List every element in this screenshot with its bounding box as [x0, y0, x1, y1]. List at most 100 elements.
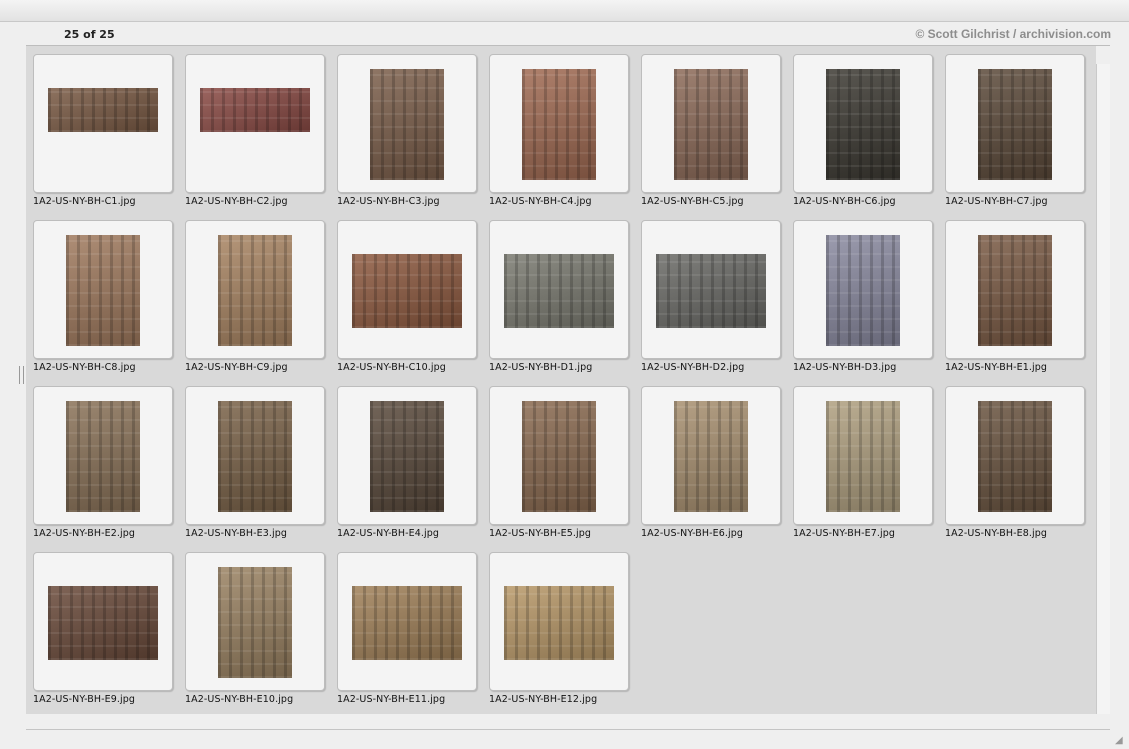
thumbnail-filename: 1A2-US-NY-BH-C3.jpg [337, 196, 440, 207]
thumbnail-filename: 1A2-US-NY-BH-E9.jpg [33, 694, 136, 705]
thumbnail-image[interactable] [352, 254, 462, 328]
thumbnail-filename: 1A2-US-NY-BH-C7.jpg [945, 196, 1048, 207]
thumbnail-frame[interactable] [489, 220, 629, 359]
thumbnail-filename: 1A2-US-NY-BH-C2.jpg [185, 196, 288, 207]
thumbnail-image[interactable] [826, 235, 900, 346]
thumbnail-frame[interactable] [641, 386, 781, 525]
browser-header: 25 of 25 © Scott Gilchrist / archivision… [0, 22, 1129, 46]
thumbnail-image[interactable] [978, 235, 1052, 346]
thumbnail-filename: 1A2-US-NY-BH-C6.jpg [793, 196, 896, 207]
thumbnail-item[interactable]: 1A2-US-NY-BH-E10.jpg [185, 552, 337, 718]
thumbnail-frame[interactable] [33, 386, 173, 525]
thumbnail-frame[interactable] [489, 552, 629, 691]
thumbnail-item[interactable]: 1A2-US-NY-BH-C6.jpg [793, 54, 945, 220]
thumbnail-frame[interactable] [793, 386, 933, 525]
thumbnail-item[interactable]: 1A2-US-NY-BH-E2.jpg [33, 386, 185, 552]
thumbnail-image[interactable] [504, 254, 614, 328]
thumbnail-image[interactable] [218, 235, 292, 346]
thumbnail-image[interactable] [826, 69, 900, 180]
thumbnail-filename: 1A2-US-NY-BH-E6.jpg [641, 528, 744, 539]
thumbnail-filename: 1A2-US-NY-BH-E11.jpg [337, 694, 446, 705]
thumbnail-filename: 1A2-US-NY-BH-C5.jpg [641, 196, 744, 207]
thumbnail-item[interactable]: 1A2-US-NY-BH-C5.jpg [641, 54, 793, 220]
thumbnail-item[interactable]: 1A2-US-NY-BH-E8.jpg [945, 386, 1097, 552]
thumbnail-frame[interactable] [793, 54, 933, 193]
thumbnail-item[interactable]: 1A2-US-NY-BH-D2.jpg [641, 220, 793, 386]
thumbnail-item[interactable]: 1A2-US-NY-BH-C8.jpg [33, 220, 185, 386]
thumbnail-image[interactable] [656, 254, 766, 328]
thumbnail-frame[interactable] [641, 54, 781, 193]
thumbnail-filename: 1A2-US-NY-BH-C1.jpg [33, 196, 136, 207]
thumbnail-frame[interactable] [337, 220, 477, 359]
thumbnail-filename: 1A2-US-NY-BH-C8.jpg [33, 362, 136, 373]
thumbnail-filename: 1A2-US-NY-BH-C4.jpg [489, 196, 592, 207]
thumbnail-frame[interactable] [945, 386, 1085, 525]
thumbnail-image[interactable] [370, 401, 444, 512]
thumbnail-frame[interactable] [337, 54, 477, 193]
thumbnail-filename: 1A2-US-NY-BH-E7.jpg [793, 528, 896, 539]
thumbnail-item[interactable]: 1A2-US-NY-BH-C7.jpg [945, 54, 1097, 220]
resize-grip-icon[interactable]: ◢ [1115, 735, 1127, 747]
thumbnail-filename: 1A2-US-NY-BH-E1.jpg [945, 362, 1048, 373]
thumbnail-image[interactable] [522, 69, 596, 180]
thumbnail-filename: 1A2-US-NY-BH-E3.jpg [185, 528, 288, 539]
thumbnail-frame[interactable] [337, 386, 477, 525]
thumbnail-item[interactable]: 1A2-US-NY-BH-C2.jpg [185, 54, 337, 220]
thumbnail-image[interactable] [674, 401, 748, 512]
thumbnail-image[interactable] [826, 401, 900, 512]
thumbnail-filename: 1A2-US-NY-BH-C10.jpg [337, 362, 446, 373]
thumbnail-image[interactable] [66, 235, 140, 346]
thumbnail-item[interactable]: 1A2-US-NY-BH-E9.jpg [33, 552, 185, 718]
thumbnail-frame[interactable] [185, 552, 325, 691]
thumbnail-item[interactable]: 1A2-US-NY-BH-C10.jpg [337, 220, 489, 386]
thumbnail-frame[interactable] [337, 552, 477, 691]
thumbnail-frame[interactable] [945, 220, 1085, 359]
thumbnail-filename: 1A2-US-NY-BH-E10.jpg [185, 694, 294, 705]
thumbnail-image[interactable] [674, 69, 748, 180]
thumbnail-image[interactable] [48, 586, 158, 660]
window-title-bar [0, 0, 1129, 22]
thumbnail-image[interactable] [48, 88, 158, 132]
thumbnail-image[interactable] [522, 401, 596, 512]
thumbnail-item[interactable]: 1A2-US-NY-BH-E4.jpg [337, 386, 489, 552]
thumbnail-item[interactable]: 1A2-US-NY-BH-E1.jpg [945, 220, 1097, 386]
thumbnail-image[interactable] [218, 401, 292, 512]
thumbnail-frame[interactable] [33, 552, 173, 691]
thumbnail-frame[interactable] [185, 386, 325, 525]
thumbnail-image[interactable] [370, 69, 444, 180]
thumbnail-frame[interactable] [33, 54, 173, 193]
thumbnail-frame[interactable] [185, 220, 325, 359]
thumbnail-frame[interactable] [185, 54, 325, 193]
thumbnail-item[interactable]: 1A2-US-NY-BH-D1.jpg [489, 220, 641, 386]
thumbnail-frame[interactable] [641, 220, 781, 359]
thumbnail-filename: 1A2-US-NY-BH-D3.jpg [793, 362, 897, 373]
thumbnail-item[interactable]: 1A2-US-NY-BH-C1.jpg [33, 54, 185, 220]
thumbnail-image[interactable] [200, 88, 310, 132]
splitter-handle[interactable] [19, 366, 24, 384]
thumbnail-filename: 1A2-US-NY-BH-C9.jpg [185, 362, 288, 373]
thumbnail-frame[interactable] [945, 54, 1085, 193]
thumbnail-item[interactable]: 1A2-US-NY-BH-E7.jpg [793, 386, 945, 552]
thumbnail-frame[interactable] [489, 54, 629, 193]
thumbnail-image[interactable] [352, 586, 462, 660]
thumbnail-image[interactable] [66, 401, 140, 512]
thumbnail-item[interactable]: 1A2-US-NY-BH-C9.jpg [185, 220, 337, 386]
thumbnail-item[interactable]: 1A2-US-NY-BH-E3.jpg [185, 386, 337, 552]
thumbnail-image[interactable] [218, 567, 292, 678]
thumbnail-item[interactable]: 1A2-US-NY-BH-E12.jpg [489, 552, 641, 718]
thumbnail-item[interactable]: 1A2-US-NY-BH-E5.jpg [489, 386, 641, 552]
thumbnail-image[interactable] [504, 586, 614, 660]
thumbnail-item[interactable]: 1A2-US-NY-BH-E6.jpg [641, 386, 793, 552]
thumbnail-frame[interactable] [793, 220, 933, 359]
thumbnail-item[interactable]: 1A2-US-NY-BH-C3.jpg [337, 54, 489, 220]
thumbnail-filename: 1A2-US-NY-BH-E12.jpg [489, 694, 598, 705]
thumbnail-filename: 1A2-US-NY-BH-D2.jpg [641, 362, 745, 373]
thumbnail-item[interactable]: 1A2-US-NY-BH-E11.jpg [337, 552, 489, 718]
thumbnail-frame[interactable] [489, 386, 629, 525]
thumbnail-image[interactable] [978, 69, 1052, 180]
thumbnail-item[interactable]: 1A2-US-NY-BH-D3.jpg [793, 220, 945, 386]
thumbnail-item[interactable]: 1A2-US-NY-BH-C4.jpg [489, 54, 641, 220]
vertical-scrollbar[interactable] [1096, 64, 1110, 714]
thumbnail-frame[interactable] [33, 220, 173, 359]
thumbnail-image[interactable] [978, 401, 1052, 512]
